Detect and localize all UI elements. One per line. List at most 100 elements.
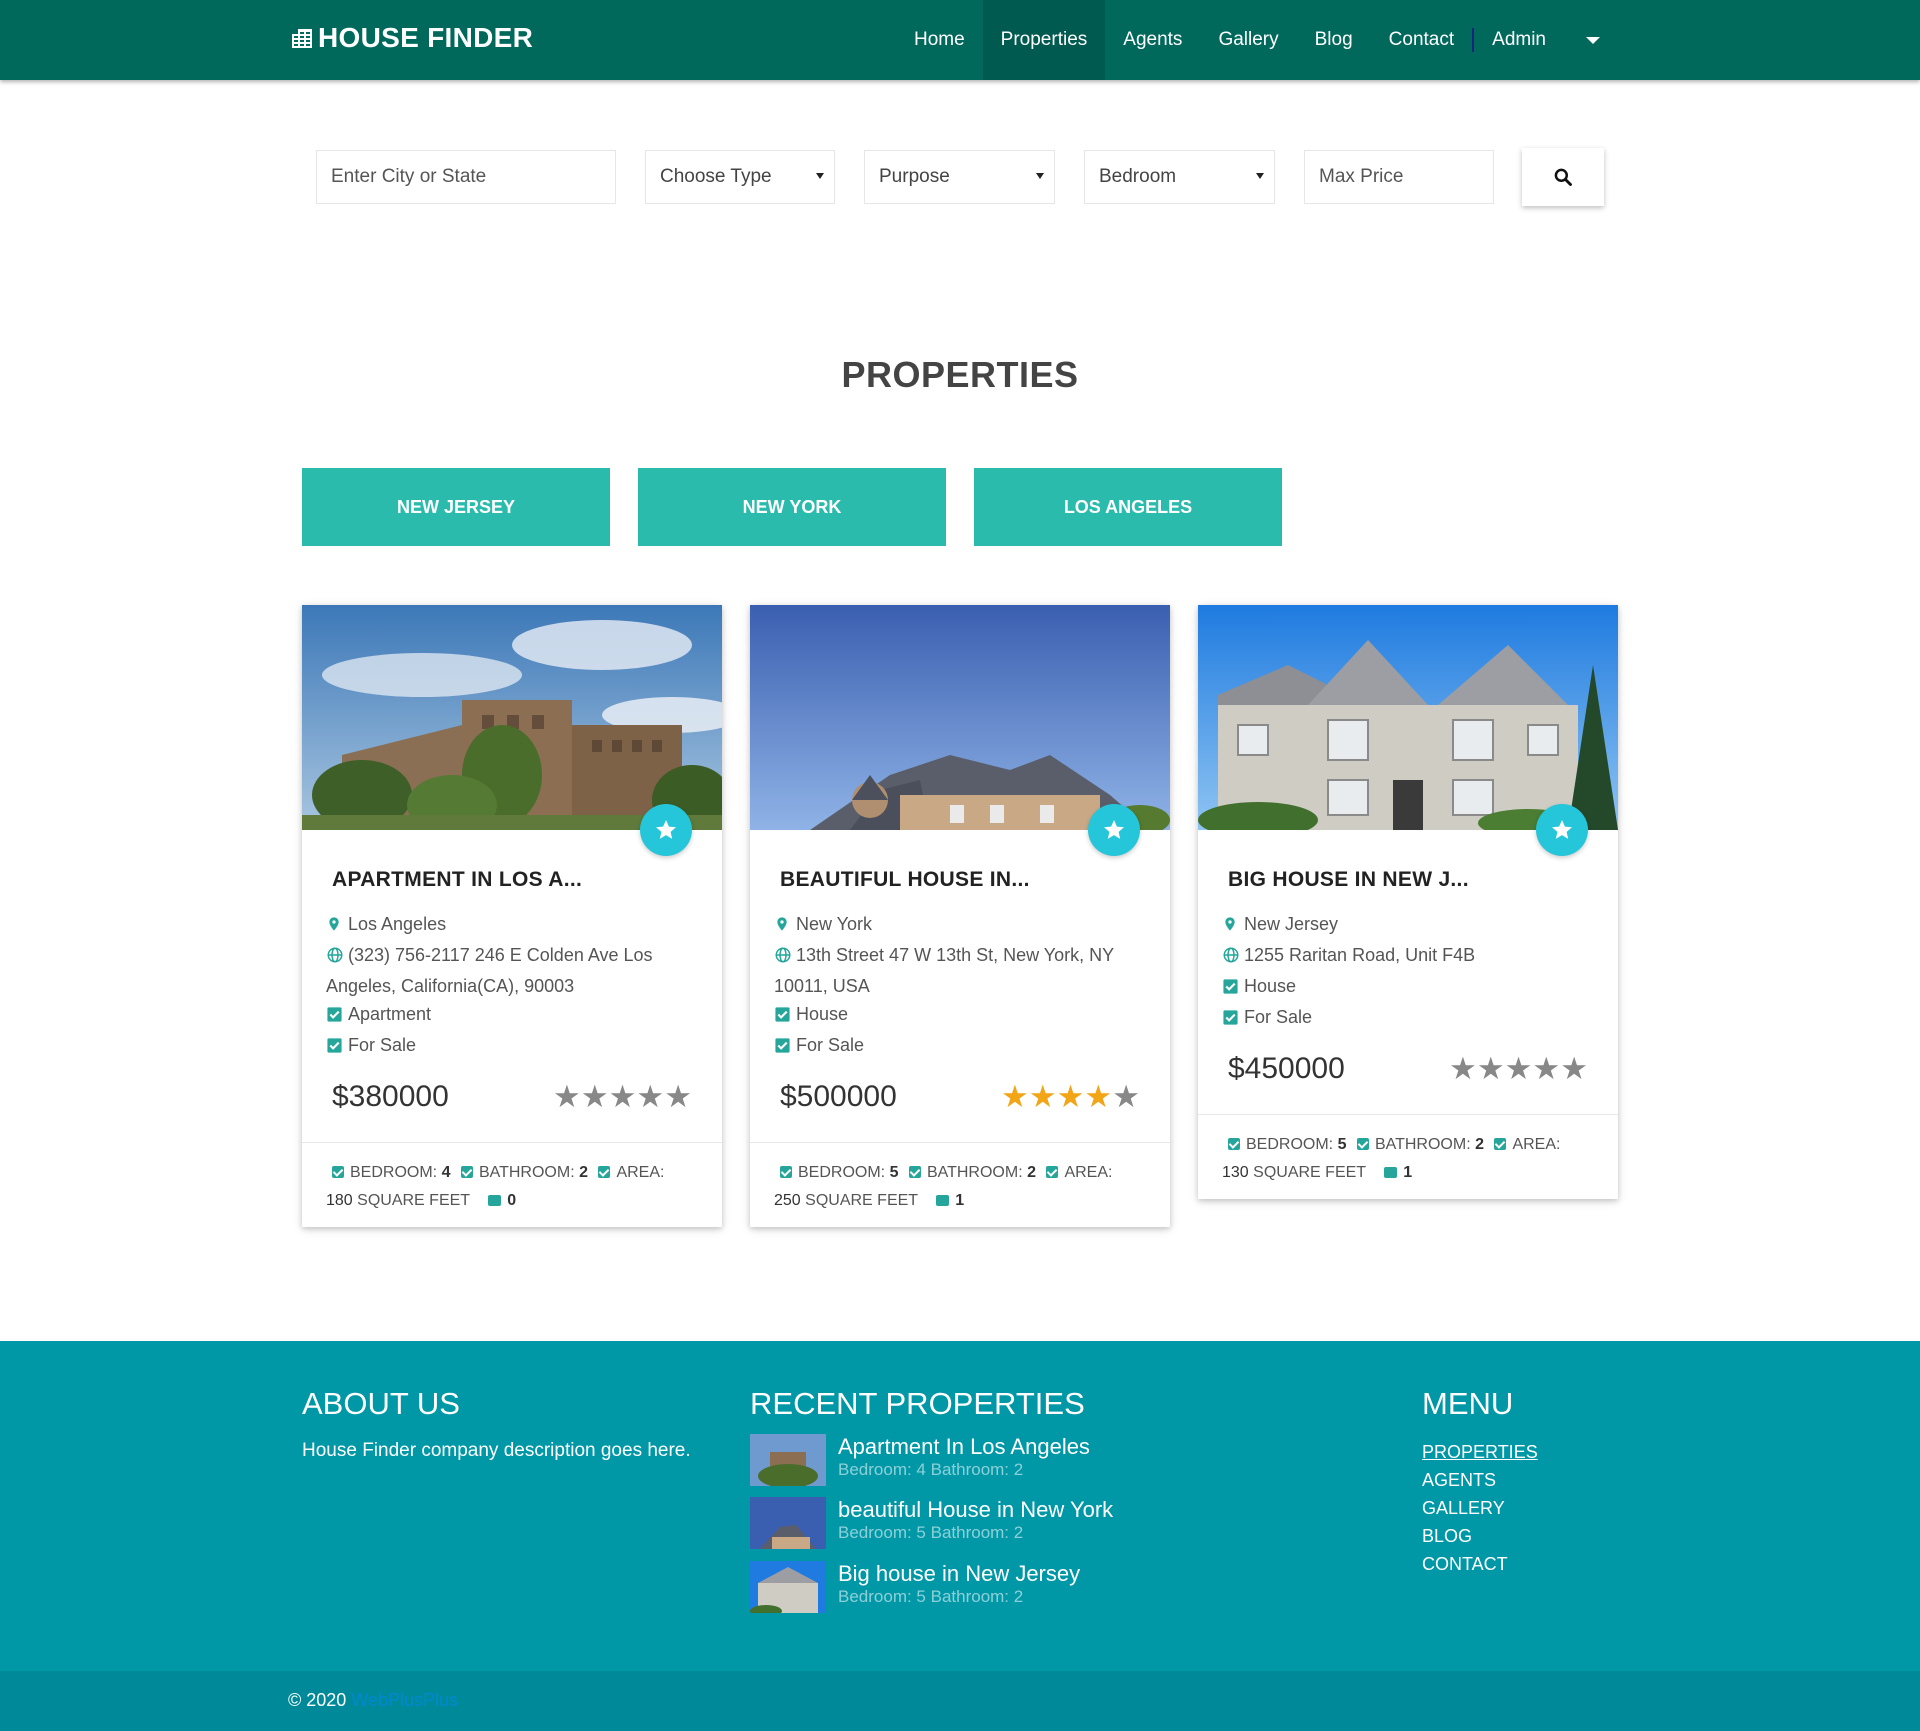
favorite-button[interactable] — [1536, 804, 1588, 856]
recent-property[interactable]: Big house in New Jersey Bedroom: 5 Bathro… — [750, 1561, 1080, 1613]
bedroom-count: 5 — [889, 1164, 899, 1181]
rating-star-icon[interactable]: ★ — [1001, 1081, 1029, 1112]
property-title[interactable]: BIG HOUSE IN NEW J... — [1222, 868, 1594, 892]
select-arrow-icon — [816, 173, 824, 179]
brand-logo[interactable]: HOUSE FINDER — [290, 22, 533, 54]
property-city: Los Angeles — [326, 910, 698, 941]
property-image[interactable] — [1198, 605, 1618, 856]
property-thumbnail — [750, 1497, 826, 1549]
city-placeholder: Enter City or State — [331, 166, 487, 187]
property-title[interactable]: APARTMENT IN LOS A... — [326, 868, 698, 892]
footer-link-properties[interactable]: PROPERTIES — [1422, 1442, 1538, 1463]
max-price-input[interactable]: Max Price — [1304, 150, 1494, 204]
nav-links: Home Properties Agents Gallery Blog Cont… — [896, 0, 1618, 80]
rating-star-icon[interactable]: ★ — [1560, 1053, 1588, 1084]
select-arrow-icon — [1256, 173, 1264, 179]
property-purpose: For Sale — [774, 1031, 1146, 1062]
filter-los-angeles[interactable]: LOS ANGELES — [974, 468, 1282, 546]
footer-link-contact[interactable]: CONTACT — [1422, 1554, 1508, 1575]
purpose-select[interactable]: Purpose — [864, 150, 1055, 204]
rating-star-icon[interactable]: ★ — [664, 1081, 692, 1112]
navbar: HOUSE FINDER Home Properties Agents Gall… — [0, 0, 1920, 80]
location-pin-icon — [777, 917, 787, 931]
property-title[interactable]: BEAUTIFUL HOUSE IN... — [774, 868, 1146, 892]
bathroom-count: 2 — [579, 1164, 588, 1181]
property-type: Apartment — [326, 1000, 698, 1031]
nav-gallery[interactable]: Gallery — [1200, 0, 1296, 80]
rating-star-icon[interactable]: ★ — [553, 1081, 581, 1112]
nav-properties[interactable]: Properties — [982, 0, 1106, 80]
city-input[interactable]: Enter City or State — [316, 150, 616, 204]
copyright-link[interactable]: WebPlusPlus — [351, 1690, 458, 1710]
nav-agents[interactable]: Agents — [1105, 0, 1200, 80]
property-purpose: For Sale — [326, 1031, 698, 1062]
recent-property[interactable]: Apartment In Los Angeles Bedroom: 4 Bathr… — [750, 1434, 1090, 1486]
property-address: (323) 756-2117 246 E Colden Ave Los Ange… — [326, 945, 653, 996]
area-value: 180 — [326, 1192, 353, 1209]
rating-star-icon[interactable]: ★ — [609, 1081, 637, 1112]
check-icon — [1046, 1166, 1059, 1178]
comment-icon — [1384, 1167, 1398, 1178]
footer-link-gallery[interactable]: GALLERY — [1422, 1498, 1505, 1519]
filter-new-jersey[interactable]: NEW JERSEY — [302, 468, 610, 546]
rating-star-icon[interactable]: ★ — [1057, 1081, 1085, 1112]
nav-home[interactable]: Home — [896, 0, 983, 80]
select-arrow-icon — [1036, 173, 1044, 179]
rating-stars: ★ ★ ★ ★ ★ — [1449, 1053, 1588, 1084]
rating-star-icon[interactable]: ★ — [1505, 1053, 1533, 1084]
property-address: 13th Street 47 W 13th St, New York, NY 1… — [774, 945, 1114, 996]
recent-property[interactable]: beautiful House in New York Bedroom: 5 Ba… — [750, 1497, 1113, 1549]
footer-link-blog[interactable]: BLOG — [1422, 1526, 1472, 1547]
comment-count: 0 — [507, 1192, 517, 1209]
nav-contact[interactable]: Contact — [1371, 0, 1472, 80]
bedroom-select-value: Bedroom — [1099, 166, 1177, 187]
max-price-placeholder: Max Price — [1319, 166, 1404, 187]
check-icon — [1228, 1138, 1240, 1150]
property-image[interactable] — [302, 605, 722, 856]
rating-star-icon[interactable]: ★ — [1449, 1053, 1477, 1084]
property-price: $450000 — [1228, 1052, 1345, 1085]
property-card: BIG HOUSE IN NEW J... New Jersey 1255 Ra… — [1198, 605, 1618, 1199]
search-button[interactable] — [1522, 148, 1604, 206]
type-select[interactable]: Choose Type — [645, 150, 835, 204]
purpose-select-value: Purpose — [879, 166, 950, 187]
recent-title: Big house in New Jersey — [838, 1561, 1081, 1586]
building-icon — [292, 29, 312, 48]
user-name: Admin — [1492, 29, 1546, 50]
rating-star-icon[interactable]: ★ — [1112, 1081, 1140, 1112]
rating-star-icon[interactable]: ★ — [581, 1081, 609, 1112]
footer-link-agents[interactable]: AGENTS — [1422, 1470, 1496, 1491]
property-thumbnail — [750, 1434, 826, 1486]
nav-blog[interactable]: Blog — [1297, 0, 1371, 80]
checkbox-icon — [775, 1007, 790, 1022]
bedroom-count: 5 — [1337, 1136, 1347, 1153]
location-pin-icon — [1225, 917, 1235, 931]
check-icon — [598, 1166, 611, 1178]
caret-down-icon — [1586, 36, 1600, 44]
check-icon — [908, 1166, 921, 1178]
brand-name: HOUSE FINDER — [318, 22, 534, 53]
property-image[interactable] — [750, 605, 1170, 856]
about-heading: ABOUT US — [302, 1386, 460, 1421]
check-icon — [780, 1166, 792, 1178]
rating-star-icon[interactable]: ★ — [636, 1081, 664, 1112]
bedroom-select[interactable]: Bedroom — [1084, 150, 1275, 204]
rating-star-icon[interactable]: ★ — [1084, 1081, 1112, 1112]
about-text: House Finder company description goes he… — [302, 1440, 691, 1461]
recent-heading: RECENT PROPERTIES — [750, 1386, 1085, 1421]
area-value: 130 — [1222, 1164, 1249, 1181]
check-icon — [460, 1166, 473, 1178]
checkbox-icon — [1223, 1010, 1238, 1025]
rating-star-icon[interactable]: ★ — [1532, 1053, 1560, 1084]
favorite-button[interactable] — [1088, 804, 1140, 856]
favorite-button[interactable] — [640, 804, 692, 856]
page-title: PROPERTIES — [841, 354, 1079, 395]
search-icon — [1554, 168, 1572, 186]
checkbox-icon — [775, 1038, 790, 1053]
filter-new-york[interactable]: NEW YORK — [638, 468, 946, 546]
comment-count: 1 — [1403, 1164, 1413, 1181]
rating-star-icon[interactable]: ★ — [1477, 1053, 1505, 1084]
user-dropdown[interactable]: Admin — [1474, 0, 1618, 80]
check-icon — [332, 1166, 344, 1178]
rating-star-icon[interactable]: ★ — [1029, 1081, 1057, 1112]
